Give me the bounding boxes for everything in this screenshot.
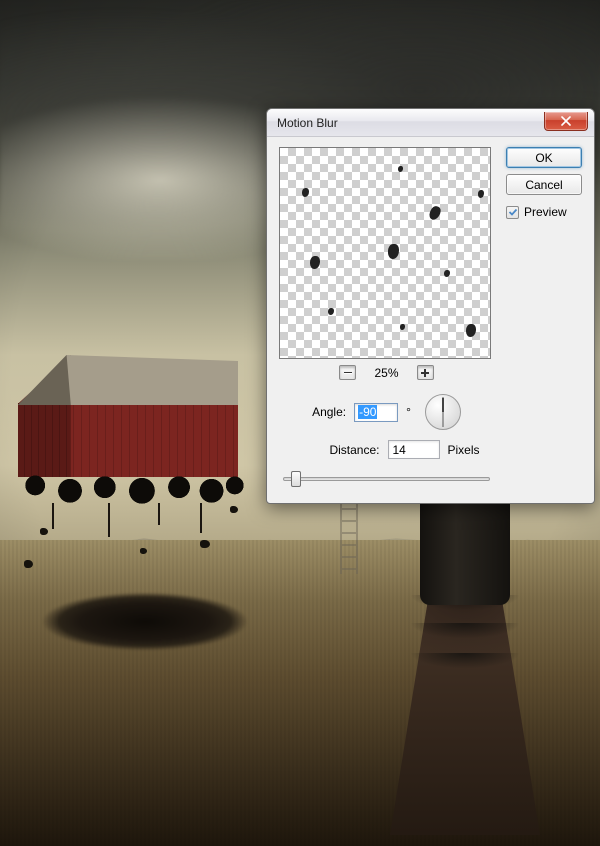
transparency-checker bbox=[280, 148, 490, 358]
slider-thumb[interactable] bbox=[291, 471, 301, 487]
debris bbox=[40, 528, 48, 535]
debris bbox=[140, 548, 147, 554]
ok-button[interactable]: OK bbox=[506, 147, 582, 168]
woman-figure bbox=[390, 455, 540, 835]
distance-slider[interactable] bbox=[283, 469, 490, 487]
ladder bbox=[338, 502, 360, 574]
dialog-titlebar[interactable]: Motion Blur bbox=[267, 109, 594, 137]
angle-unit: ° bbox=[406, 405, 411, 419]
dialog-title: Motion Blur bbox=[277, 116, 544, 130]
angle-label: Angle: bbox=[312, 405, 346, 419]
zoom-percent: 25% bbox=[374, 366, 398, 380]
minus-icon bbox=[344, 372, 352, 374]
debris bbox=[230, 506, 238, 513]
plus-icon bbox=[421, 369, 429, 377]
debris bbox=[200, 540, 210, 548]
distance-unit: Pixels bbox=[448, 443, 480, 457]
close-icon bbox=[561, 116, 571, 126]
floating-barn bbox=[18, 355, 238, 495]
crater bbox=[15, 572, 275, 662]
preview-checkbox[interactable]: Preview bbox=[506, 205, 582, 219]
angle-input[interactable]: -90 bbox=[354, 403, 398, 422]
debris bbox=[24, 560, 33, 568]
distance-input[interactable]: 14 bbox=[388, 440, 440, 459]
distance-label: Distance: bbox=[329, 443, 379, 457]
motion-blur-dialog: Motion Blur 25% bbox=[266, 108, 595, 504]
filter-preview[interactable] bbox=[279, 147, 491, 359]
angle-dial[interactable] bbox=[425, 394, 461, 430]
close-button[interactable] bbox=[544, 112, 588, 131]
checkbox-icon bbox=[506, 206, 519, 219]
preview-label: Preview bbox=[524, 205, 567, 219]
zoom-in-button[interactable] bbox=[417, 365, 434, 380]
cancel-button[interactable]: Cancel bbox=[506, 174, 582, 195]
zoom-out-button[interactable] bbox=[339, 365, 356, 380]
